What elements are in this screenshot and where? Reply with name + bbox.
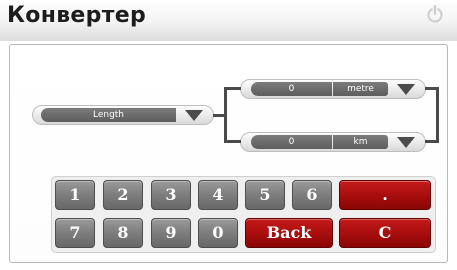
chevron-down-icon xyxy=(185,110,203,121)
chevron-down-icon xyxy=(397,137,415,148)
key-4[interactable]: 4 xyxy=(198,180,238,210)
app-title: Конвертер xyxy=(7,3,147,28)
key-1[interactable]: 1 xyxy=(55,180,95,210)
from-unit-label: metre xyxy=(333,82,388,96)
decimal-point-button[interactable]: . xyxy=(339,180,431,210)
power-icon[interactable] xyxy=(425,4,445,24)
clear-button[interactable]: C xyxy=(339,218,431,248)
from-unit-row[interactable]: 0 metre xyxy=(240,79,426,99)
connector-line xyxy=(224,87,241,90)
from-value: 0 xyxy=(251,82,332,96)
connector-line xyxy=(436,87,439,143)
key-6[interactable]: 6 xyxy=(292,180,332,210)
key-3[interactable]: 3 xyxy=(151,180,191,210)
to-unit-row[interactable]: 0 km xyxy=(240,132,426,152)
key-7[interactable]: 7 xyxy=(55,218,95,248)
key-5[interactable]: 5 xyxy=(245,180,285,210)
connector-line xyxy=(224,140,241,143)
to-unit-label: km xyxy=(333,135,388,149)
key-2[interactable]: 2 xyxy=(103,180,143,210)
from-unit-dropdown-arrow[interactable] xyxy=(391,80,421,98)
connector-line xyxy=(425,140,439,143)
category-value: Length xyxy=(41,108,176,122)
key-9[interactable]: 9 xyxy=(151,218,191,248)
to-unit-dropdown-arrow[interactable] xyxy=(391,133,421,151)
connector-line xyxy=(224,87,227,143)
title-bar: Конвертер xyxy=(0,0,457,41)
chevron-down-icon xyxy=(397,84,415,95)
category-dropdown-arrow[interactable] xyxy=(179,106,209,124)
key-0[interactable]: 0 xyxy=(198,218,238,248)
category-dropdown[interactable]: Length xyxy=(32,105,214,125)
converter-panel: Length 0 metre 0 km 1 2 3 4 5 6 . 7 8 9 … xyxy=(9,44,448,263)
key-8[interactable]: 8 xyxy=(103,218,143,248)
back-button[interactable]: Back xyxy=(245,218,333,248)
to-value: 0 xyxy=(251,135,332,149)
